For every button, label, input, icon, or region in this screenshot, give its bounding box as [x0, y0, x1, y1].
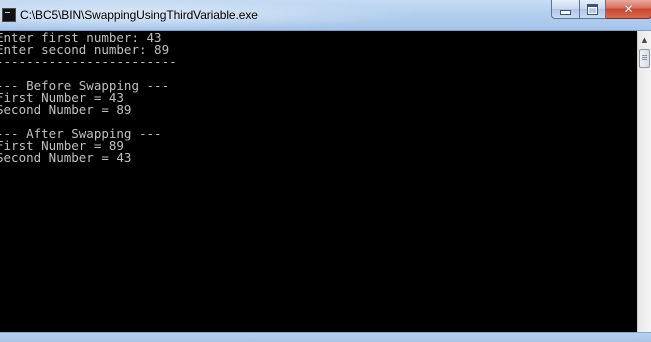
console-text: Enter first number: 43 Enter second numbe… [0, 31, 177, 165]
vertical-scrollbar[interactable]: ▲ [637, 31, 651, 332]
console-line: ------------------------ [0, 54, 177, 69]
scroll-up-button[interactable]: ▲ [638, 31, 651, 48]
minimize-button[interactable] [551, 0, 579, 19]
window-controls: ✕ [551, 0, 651, 20]
console-window: C:\BC5\BIN\SwappingUsingThirdVariable.ex… [0, 0, 651, 342]
scroll-thumb[interactable] [639, 49, 650, 68]
window-bottom-frame [0, 332, 651, 342]
console-line: Second Number = 89 [0, 102, 132, 117]
maximize-icon [587, 3, 598, 15]
maximize-button[interactable] [579, 0, 606, 19]
close-button[interactable]: ✕ [606, 0, 651, 19]
console-output[interactable]: Enter first number: 43 Enter second numbe… [0, 31, 637, 332]
minimize-icon [560, 9, 571, 15]
title-bar[interactable]: C:\BC5\BIN\SwappingUsingThirdVariable.ex… [0, 0, 651, 31]
scroll-up-arrow-icon: ▲ [641, 35, 648, 44]
console-app-icon[interactable] [2, 8, 16, 22]
window-title: C:\BC5\BIN\SwappingUsingThirdVariable.ex… [20, 8, 258, 22]
close-icon: ✕ [623, 2, 634, 16]
console-line: Second Number = 43 [0, 150, 132, 165]
